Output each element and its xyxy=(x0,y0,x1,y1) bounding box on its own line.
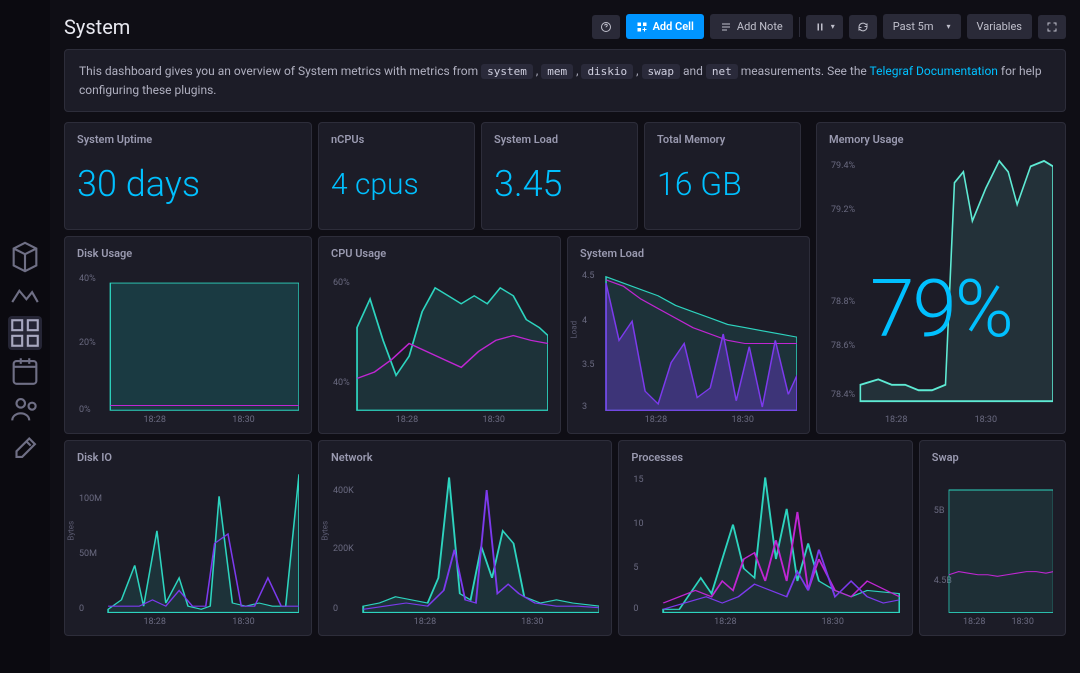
variables-label: Variables xyxy=(977,20,1023,33)
cell-memory-usage[interactable]: Memory Usage 79.4%79.2%78.8%78.6%78.4% 1… xyxy=(816,122,1066,434)
cell-uptime[interactable]: System Uptime 30 days xyxy=(64,122,312,230)
nav-dashboards-icon[interactable] xyxy=(8,316,42,350)
banner-code-swap: swap xyxy=(642,64,681,79)
memory-usage-overlay: 79% xyxy=(817,262,1065,356)
nav-tasks-icon[interactable] xyxy=(8,354,42,388)
cell-cpu-usage[interactable]: CPU Usage 60%40% 18:2818:30 xyxy=(318,236,561,434)
cell-load-value: 3.45 xyxy=(494,150,625,219)
pause-button[interactable]: ▾ xyxy=(806,15,843,39)
sidebar xyxy=(0,0,50,673)
cell-swap[interactable]: Swap 5B4.5B 18:2818:30 xyxy=(919,440,1066,636)
chart-disk-io: Bytes 100M50M0 18:2818:30 xyxy=(77,468,299,625)
add-cell-label: Add Cell xyxy=(653,20,694,33)
cell-total-memory[interactable]: Total Memory 16 GB xyxy=(644,122,801,230)
cell-processes[interactable]: Processes 151050 18:2818:30 xyxy=(618,440,912,636)
page-title: System xyxy=(64,15,130,39)
cell-load-title: System Load xyxy=(494,133,625,146)
chart-processes: 151050 18:2818:30 xyxy=(631,468,899,625)
fullscreen-button[interactable] xyxy=(1038,15,1066,39)
banner-code-system: system xyxy=(481,64,533,79)
info-banner: This dashboard gives you an overview of … xyxy=(64,49,1066,112)
add-note-label: Add Note xyxy=(737,20,783,33)
banner-code-mem: mem xyxy=(541,64,573,79)
cell-disk-usage[interactable]: Disk Usage 40%20%0% 18:2818:30 xyxy=(64,236,312,434)
chart-cpu-usage: 60%40% 18:2818:30 xyxy=(331,264,548,423)
nav-settings-icon[interactable] xyxy=(8,430,42,464)
cell-total-memory-value: 16 GB xyxy=(657,150,788,219)
chart-disk-usage: 40%20%0% 18:2818:30 xyxy=(77,264,299,423)
cell-system-load-chart-title: System Load xyxy=(580,247,797,260)
banner-doc-link[interactable]: Telegraf Documentation xyxy=(870,64,998,78)
toolbar: Add Cell Add Note ▾ Past 5m▾ Variables xyxy=(592,14,1066,39)
cell-processes-title: Processes xyxy=(631,451,899,464)
time-range-dropdown[interactable]: Past 5m▾ xyxy=(883,14,961,39)
nav-org-icon[interactable] xyxy=(8,392,42,426)
toolbar-divider xyxy=(799,17,800,37)
banner-code-net: net xyxy=(706,64,738,79)
header: System Add Cell Add Note ▾ Past 5m▾ Vari… xyxy=(64,14,1066,39)
help-button[interactable] xyxy=(592,15,620,39)
banner-mid: measurements. See the xyxy=(741,64,870,78)
cell-load[interactable]: System Load 3.45 xyxy=(481,122,638,230)
variables-button[interactable]: Variables xyxy=(967,14,1033,39)
cell-disk-io[interactable]: Disk IO Bytes 100M50M0 18:2818:30 xyxy=(64,440,312,636)
cell-disk-usage-title: Disk Usage xyxy=(77,247,299,260)
cell-uptime-value: 30 days xyxy=(77,150,299,219)
cell-network-title: Network xyxy=(331,451,599,464)
cell-system-load-chart[interactable]: System Load Load 4.543.53 18:2818:30 xyxy=(567,236,810,434)
chart-network: Bytes 400K200K0 18:2818:30 xyxy=(331,468,599,625)
cell-uptime-title: System Uptime xyxy=(77,133,299,146)
cell-memory-usage-title: Memory Usage xyxy=(829,133,1053,146)
banner-prefix: This dashboard gives you an overview of … xyxy=(79,64,481,78)
cell-cpu-usage-title: CPU Usage xyxy=(331,247,548,260)
chart-swap: 5B4.5B 18:2818:30 xyxy=(932,468,1053,625)
chart-system-load: Load 4.543.53 18:2818:30 xyxy=(580,264,797,423)
refresh-button[interactable] xyxy=(849,15,877,39)
cell-ncpus-title: nCPUs xyxy=(331,133,462,146)
nav-data-icon[interactable] xyxy=(8,240,42,274)
cell-ncpus-value: 4 cpus xyxy=(331,150,462,219)
cell-total-memory-title: Total Memory xyxy=(657,133,788,146)
cell-disk-io-title: Disk IO xyxy=(77,451,299,464)
main-content: System Add Cell Add Note ▾ Past 5m▾ Vari… xyxy=(50,0,1080,673)
add-note-button[interactable]: Add Note xyxy=(710,14,793,39)
cell-ncpus[interactable]: nCPUs 4 cpus xyxy=(318,122,475,230)
cell-network[interactable]: Network Bytes 400K200K0 18:2818:30 xyxy=(318,440,612,636)
cell-swap-title: Swap xyxy=(932,451,1053,464)
time-range-label: Past 5m xyxy=(893,20,934,33)
nav-explorer-icon[interactable] xyxy=(8,278,42,312)
add-cell-button[interactable]: Add Cell xyxy=(626,14,704,39)
banner-code-diskio: diskio xyxy=(581,64,633,79)
